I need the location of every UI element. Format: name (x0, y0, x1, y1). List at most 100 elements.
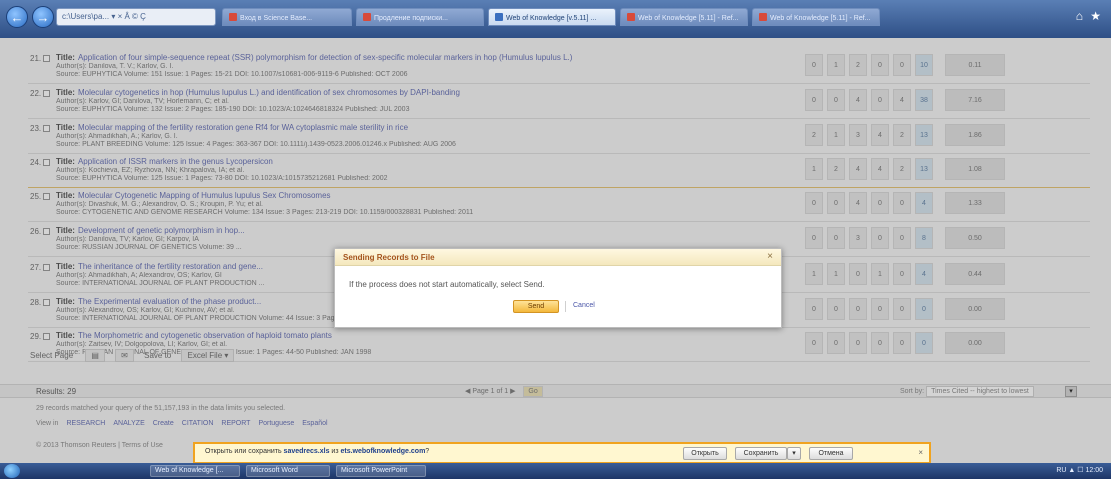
record-checkbox[interactable] (43, 125, 51, 132)
footer-link[interactable]: ANALYZE (113, 420, 144, 427)
page-indicator[interactable]: ◀ Page 1 of 1 ▶ (465, 388, 515, 395)
cancel-link[interactable]: Cancel (573, 302, 595, 309)
save-options-chevron-icon[interactable]: ▾ (787, 447, 801, 460)
record-checkbox[interactable] (43, 193, 51, 200)
record-title-text[interactable]: The Morphometric and cytogenetic observa… (78, 331, 332, 340)
select-toolbar: Select Page ▤ ✉ Save to Excel File ▾ (30, 349, 630, 365)
taskbar-item[interactable]: Microsoft PowerPoint (336, 465, 426, 477)
average-per-year-cell: 0.11 (945, 54, 1005, 76)
record-number: 21. (30, 54, 56, 63)
citation-count-cell: 3 (849, 124, 867, 146)
title-field-label: Title: (56, 297, 75, 306)
browser-tab[interactable]: Вход в Science Base... (222, 8, 352, 26)
footer-link[interactable]: Portuguese (258, 420, 294, 427)
browser-tab[interactable]: Web of Knowledge [5.11] - Ref... (620, 8, 748, 26)
cancel-button[interactable]: Отмена (809, 447, 853, 460)
title-field-label: Title: (56, 331, 75, 340)
favorites-star-icon[interactable]: ★ (1090, 9, 1101, 23)
citation-counts: 0 0 0 0 0 0 0.00 (805, 332, 1090, 354)
citation-count-cell: 1 (827, 124, 845, 146)
citation-count-cell: 1 (827, 54, 845, 76)
record-checkbox[interactable] (43, 55, 51, 62)
citation-count-cell: 0 (827, 227, 845, 249)
record-title-text[interactable]: Molecular cytogenetics in hop (Humulus l… (78, 88, 460, 97)
open-button[interactable]: Открыть (683, 447, 727, 460)
footer-link[interactable]: RESEARCH (66, 420, 105, 427)
record-title-link[interactable]: Title: Molecular mapping of the fertility… (56, 123, 796, 132)
record-checkbox[interactable] (43, 264, 51, 271)
record-number: 28. (30, 298, 56, 307)
citation-count-cell: 2 (805, 124, 823, 146)
title-field-label: Title: (56, 262, 75, 271)
record-title-link[interactable]: Title: Molecular cytogenetics in hop (Hum… (56, 88, 796, 97)
record-source: Source: EUPHYTICA Volume: 132 Issue: 2 P… (56, 106, 410, 113)
record-checkbox[interactable] (43, 299, 51, 306)
record-authors: Author(s): Kochieva, EZ; Ryzhova, NN; Kh… (56, 167, 245, 174)
start-button-icon[interactable] (4, 464, 20, 478)
citation-counts: 0 0 4 0 0 4 1.33 (805, 192, 1090, 214)
record-title-text[interactable]: The Experimental evaluation of the phase… (78, 297, 261, 306)
record-title-text[interactable]: Application of four simple-sequence repe… (78, 53, 572, 62)
dialog-title: Sending Records to File (335, 249, 781, 266)
record-number: 22. (30, 89, 56, 98)
download-message-prefix: Открыть или сохранить (205, 448, 284, 455)
record-checkbox[interactable] (43, 90, 51, 97)
taskbar-item[interactable]: Microsoft Word (246, 465, 330, 477)
footer-link[interactable]: Create (153, 420, 174, 427)
browser-tab[interactable]: Продление подписки... (356, 8, 484, 26)
record-authors: Author(s): Karlov, GI; Danilova, TV; Hor… (56, 98, 229, 105)
sort-by: Sort by: Times Cited -- highest to lowes… (900, 386, 1034, 397)
address-bar[interactable]: c:\Users\pa... ▾ × Â © Ç (56, 8, 216, 26)
citation-count-cell: 0 (871, 332, 889, 354)
record-title-link[interactable]: Title: The Morphometric and cytogenetic o… (56, 331, 796, 340)
taskbar-item[interactable]: Web of Knowledge [... (150, 465, 240, 477)
home-icon[interactable]: ⌂ (1076, 9, 1083, 23)
citation-count-cell: 1 (827, 263, 845, 285)
record-title-text[interactable]: Application of ISSR markers in the genus… (78, 157, 273, 166)
browser-tab-label: Вход в Science Base... (240, 15, 313, 22)
excel-file-dropdown[interactable]: Excel File ▾ (181, 349, 235, 362)
email-button[interactable]: ✉ (115, 349, 134, 362)
sort-select[interactable]: Times Cited -- highest to lowest (926, 386, 1034, 397)
back-arrow-icon[interactable]: ← (6, 6, 28, 28)
record-title-link[interactable]: Title: Application of four simple-sequenc… (56, 53, 796, 62)
record-checkbox[interactable] (43, 228, 51, 235)
record-title-text[interactable]: Molecular Cytogenetic Mapping of Humulus… (78, 191, 331, 200)
send-records-dialog: Sending Records to File × If the process… (334, 248, 782, 328)
send-button[interactable]: Send (513, 300, 559, 313)
print-button[interactable]: ▤ (85, 349, 105, 362)
record-number-text: 22. (30, 89, 42, 98)
record-title-text[interactable]: Development of genetic polymorphism in h… (78, 226, 245, 235)
record-authors: Author(s): Danilova, TV; Karlov, GI; Kar… (56, 236, 199, 243)
windows-taskbar: Web of Knowledge [... Microsoft Word Micro… (0, 463, 1111, 479)
average-per-year-cell: 1.33 (945, 192, 1005, 214)
footer-links: View in RESEARCH ANALYZE Create CITATION REPO… (36, 420, 336, 427)
record-number-text: 28. (30, 298, 42, 307)
citation-counts: 1 2 4 4 2 13 1.08 (805, 158, 1090, 180)
citation-count-cell: 0 (871, 227, 889, 249)
record-title-link[interactable]: Title: Application of ISSR markers in the… (56, 157, 796, 166)
record-checkbox[interactable] (43, 333, 51, 340)
sort-dropdown-icon[interactable]: ▾ (1065, 386, 1077, 397)
page-go-button[interactable]: Go (523, 386, 543, 397)
record-title-text[interactable]: Molecular mapping of the fertility resto… (78, 123, 408, 132)
citation-count-cell: 0 (893, 227, 911, 249)
close-icon[interactable]: × (765, 252, 775, 262)
save-button[interactable]: Сохранить (735, 447, 787, 460)
footer-link[interactable]: CITATION (182, 420, 214, 427)
select-page-label[interactable]: Select Page (30, 351, 73, 360)
record-title-text[interactable]: The inheritance of the fertility restora… (78, 262, 263, 271)
browser-tab[interactable]: Web of Knowledge [5.11] - Ref... (752, 8, 880, 26)
citation-count-cell: 4 (849, 158, 867, 180)
browser-tab-label: Web of Knowledge [5.11] - Ref... (638, 15, 739, 22)
record-title-link[interactable]: Title: Development of genetic polymorphis… (56, 226, 796, 235)
citation-count-cell: 2 (893, 124, 911, 146)
record-checkbox[interactable] (43, 159, 51, 166)
browser-tab[interactable]: Web of Knowledge [v.5.11] ... (488, 8, 616, 26)
footer-link[interactable]: REPORT (221, 420, 250, 427)
record-title-link[interactable]: Title: Molecular Cytogenetic Mapping of H… (56, 191, 796, 200)
footer-link[interactable]: Español (302, 420, 327, 427)
forward-arrow-icon[interactable]: → (32, 6, 54, 28)
citation-count-cell: 1 (871, 263, 889, 285)
close-icon[interactable]: × (918, 448, 923, 457)
